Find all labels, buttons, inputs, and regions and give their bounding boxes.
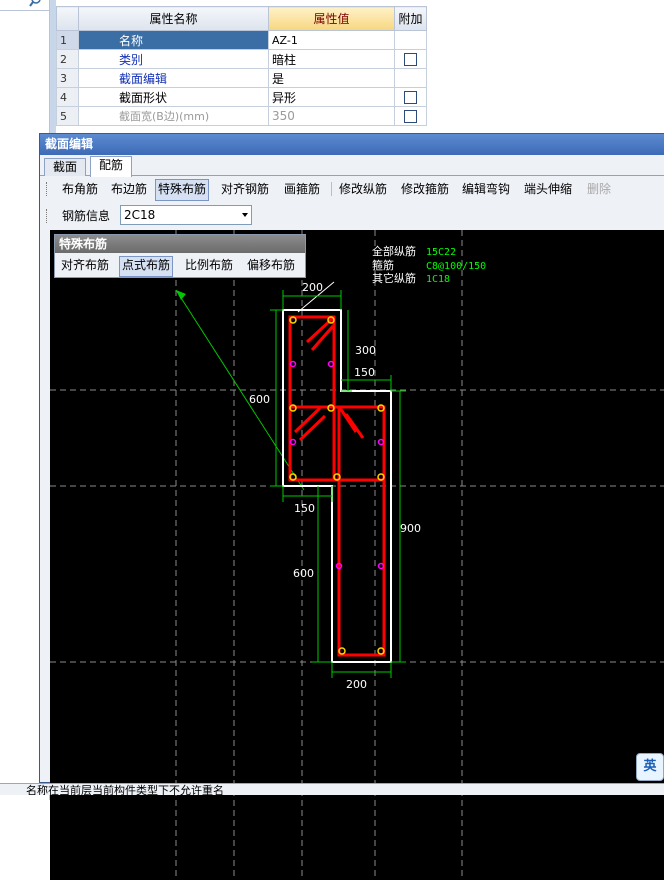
tab-rebar[interactable]: 配筋 <box>90 156 133 177</box>
row-index: 3 <box>56 68 79 88</box>
side-rebar <box>377 438 385 446</box>
all-longitudinal-label: 全部纵筋 <box>372 244 416 258</box>
special-rebar-title[interactable]: 特殊布筋 <box>55 235 305 253</box>
corner-rebar-button[interactable]: 布角筋 <box>60 179 100 199</box>
other-longitudinal-value: 1C18 <box>426 274 450 285</box>
dimension-bottom-left-step: 150 <box>294 502 315 515</box>
property-value[interactable]: 是 <box>268 68 395 88</box>
other-longitudinal-label: 其它纵筋 <box>372 271 416 285</box>
toolbar-grip[interactable] <box>46 182 50 196</box>
extra-checkbox[interactable] <box>404 53 417 66</box>
side-rebar <box>327 360 335 368</box>
rebar-info-row: 钢筋信息 2C18 <box>44 204 344 228</box>
stirrup-label: 箍筋 <box>372 258 394 272</box>
dimension-top-width: 200 <box>302 281 323 294</box>
row-index: 2 <box>56 49 79 69</box>
table-row[interactable]: 2 类别 暗柱 <box>56 49 427 69</box>
dimension-step-width: 150 <box>354 366 375 379</box>
align-placement-button[interactable]: 对齐布筋 <box>59 256 111 275</box>
property-value[interactable]: AZ-1 <box>268 30 395 50</box>
table-row[interactable]: 4 截面形状 异形 <box>56 87 427 107</box>
dimension-right-height: 900 <box>400 522 421 535</box>
side-rebar <box>289 360 297 368</box>
extra-cell <box>394 68 427 88</box>
toolbar-grip[interactable] <box>46 209 50 223</box>
delete-button[interactable]: 删除 <box>585 179 613 199</box>
rebar-info-value: 2C18 <box>124 208 156 222</box>
header-property-name[interactable]: 属性名称 <box>78 6 269 31</box>
dimension-left-height: 600 <box>249 393 270 406</box>
header-extra[interactable]: 附加 <box>394 6 427 31</box>
ratio-placement-button[interactable]: 比例布筋 <box>183 256 235 275</box>
tab-section[interactable]: 截面 <box>44 158 87 176</box>
edit-hook-button[interactable]: 编辑弯钩 <box>460 179 512 199</box>
align-rebar-button[interactable]: 对齐钢筋 <box>219 179 271 199</box>
ime-indicator[interactable]: 英 <box>636 753 664 781</box>
stirrup-value: C8@100/150 <box>426 261 486 272</box>
extra-cell <box>394 30 427 50</box>
special-rebar-toolbar[interactable]: 特殊布筋 对齐布筋 点式布筋 比例布筋 偏移布筋 <box>54 234 306 278</box>
rebar-toolbar: 布角筋 布边筋 特殊布筋 对齐钢筋 画箍筋 修改纵筋 修改箍筋 编辑弯钩 端头伸… <box>44 179 664 201</box>
table-row[interactable]: 5 截面宽(B边)(mm) 350 <box>56 106 427 126</box>
dialog-title[interactable]: 截面编辑 <box>40 134 664 155</box>
point-placement-button[interactable]: 点式布筋 <box>119 256 174 277</box>
search-icon[interactable] <box>26 0 46 10</box>
property-name[interactable]: 类别 <box>78 49 269 69</box>
property-name[interactable]: 名称 <box>78 30 269 50</box>
row-index: 5 <box>56 106 79 126</box>
property-value[interactable]: 异形 <box>268 87 395 107</box>
status-message: 名称在当前层当前构件类型下不允许重名 <box>26 784 224 795</box>
modify-stirrup-button[interactable]: 修改箍筋 <box>399 179 451 199</box>
property-value[interactable]: 暗柱 <box>268 49 395 69</box>
end-stretch-button[interactable]: 端头伸缩 <box>522 179 574 199</box>
edge-rebar-button[interactable]: 布边筋 <box>109 179 149 199</box>
section-edit-dialog: 截面编辑 截面 配筋 布角筋 布边筋 特殊布筋 对齐钢筋 画箍筋 修改纵筋 修改… <box>39 133 664 880</box>
dimension-bottom-width: 200 <box>346 678 367 691</box>
header-property-value[interactable]: 属性值 <box>268 6 395 31</box>
property-name[interactable]: 截面编辑 <box>78 68 269 88</box>
table-row[interactable]: 1 名称 AZ-1 <box>56 30 427 50</box>
rebar-info-select[interactable]: 2C18 <box>120 205 252 225</box>
side-rebar <box>377 562 385 570</box>
all-longitudinal-value: 15C22 <box>426 247 456 258</box>
chevron-down-icon[interactable] <box>242 213 248 217</box>
draw-stirrup-button[interactable]: 画箍筋 <box>282 179 322 199</box>
tab-strip: 截面 配筋 <box>40 155 664 177</box>
row-index: 4 <box>56 87 79 107</box>
property-value[interactable]: 350 <box>268 106 395 126</box>
extra-checkbox[interactable] <box>404 91 417 104</box>
property-name[interactable]: 截面形状 <box>78 87 269 107</box>
status-bar: 名称在当前层当前构件类型下不允许重名 <box>0 783 664 795</box>
property-grid[interactable]: 属性名称 属性值 附加 1 名称 AZ-1 2 类别 暗柱 3 截面编辑 是 4… <box>56 6 427 126</box>
extra-checkbox[interactable] <box>404 110 417 123</box>
modify-longitudinal-button[interactable]: 修改纵筋 <box>337 179 389 199</box>
arrow-head <box>176 290 186 300</box>
offset-placement-button[interactable]: 偏移布筋 <box>245 256 297 275</box>
rebar-info-label: 钢筋信息 <box>62 209 111 223</box>
dimension-step-height: 300 <box>355 344 376 357</box>
table-row[interactable]: 3 截面编辑 是 <box>56 68 427 88</box>
header-corner <box>56 6 79 31</box>
dimension-bottom-height: 600 <box>293 567 314 580</box>
property-name[interactable]: 截面宽(B边)(mm) <box>78 106 269 126</box>
row-index: 1 <box>56 30 79 50</box>
special-rebar-button[interactable]: 特殊布筋 <box>155 179 210 201</box>
side-rebar <box>289 438 297 446</box>
toolbar-separator <box>331 182 332 196</box>
